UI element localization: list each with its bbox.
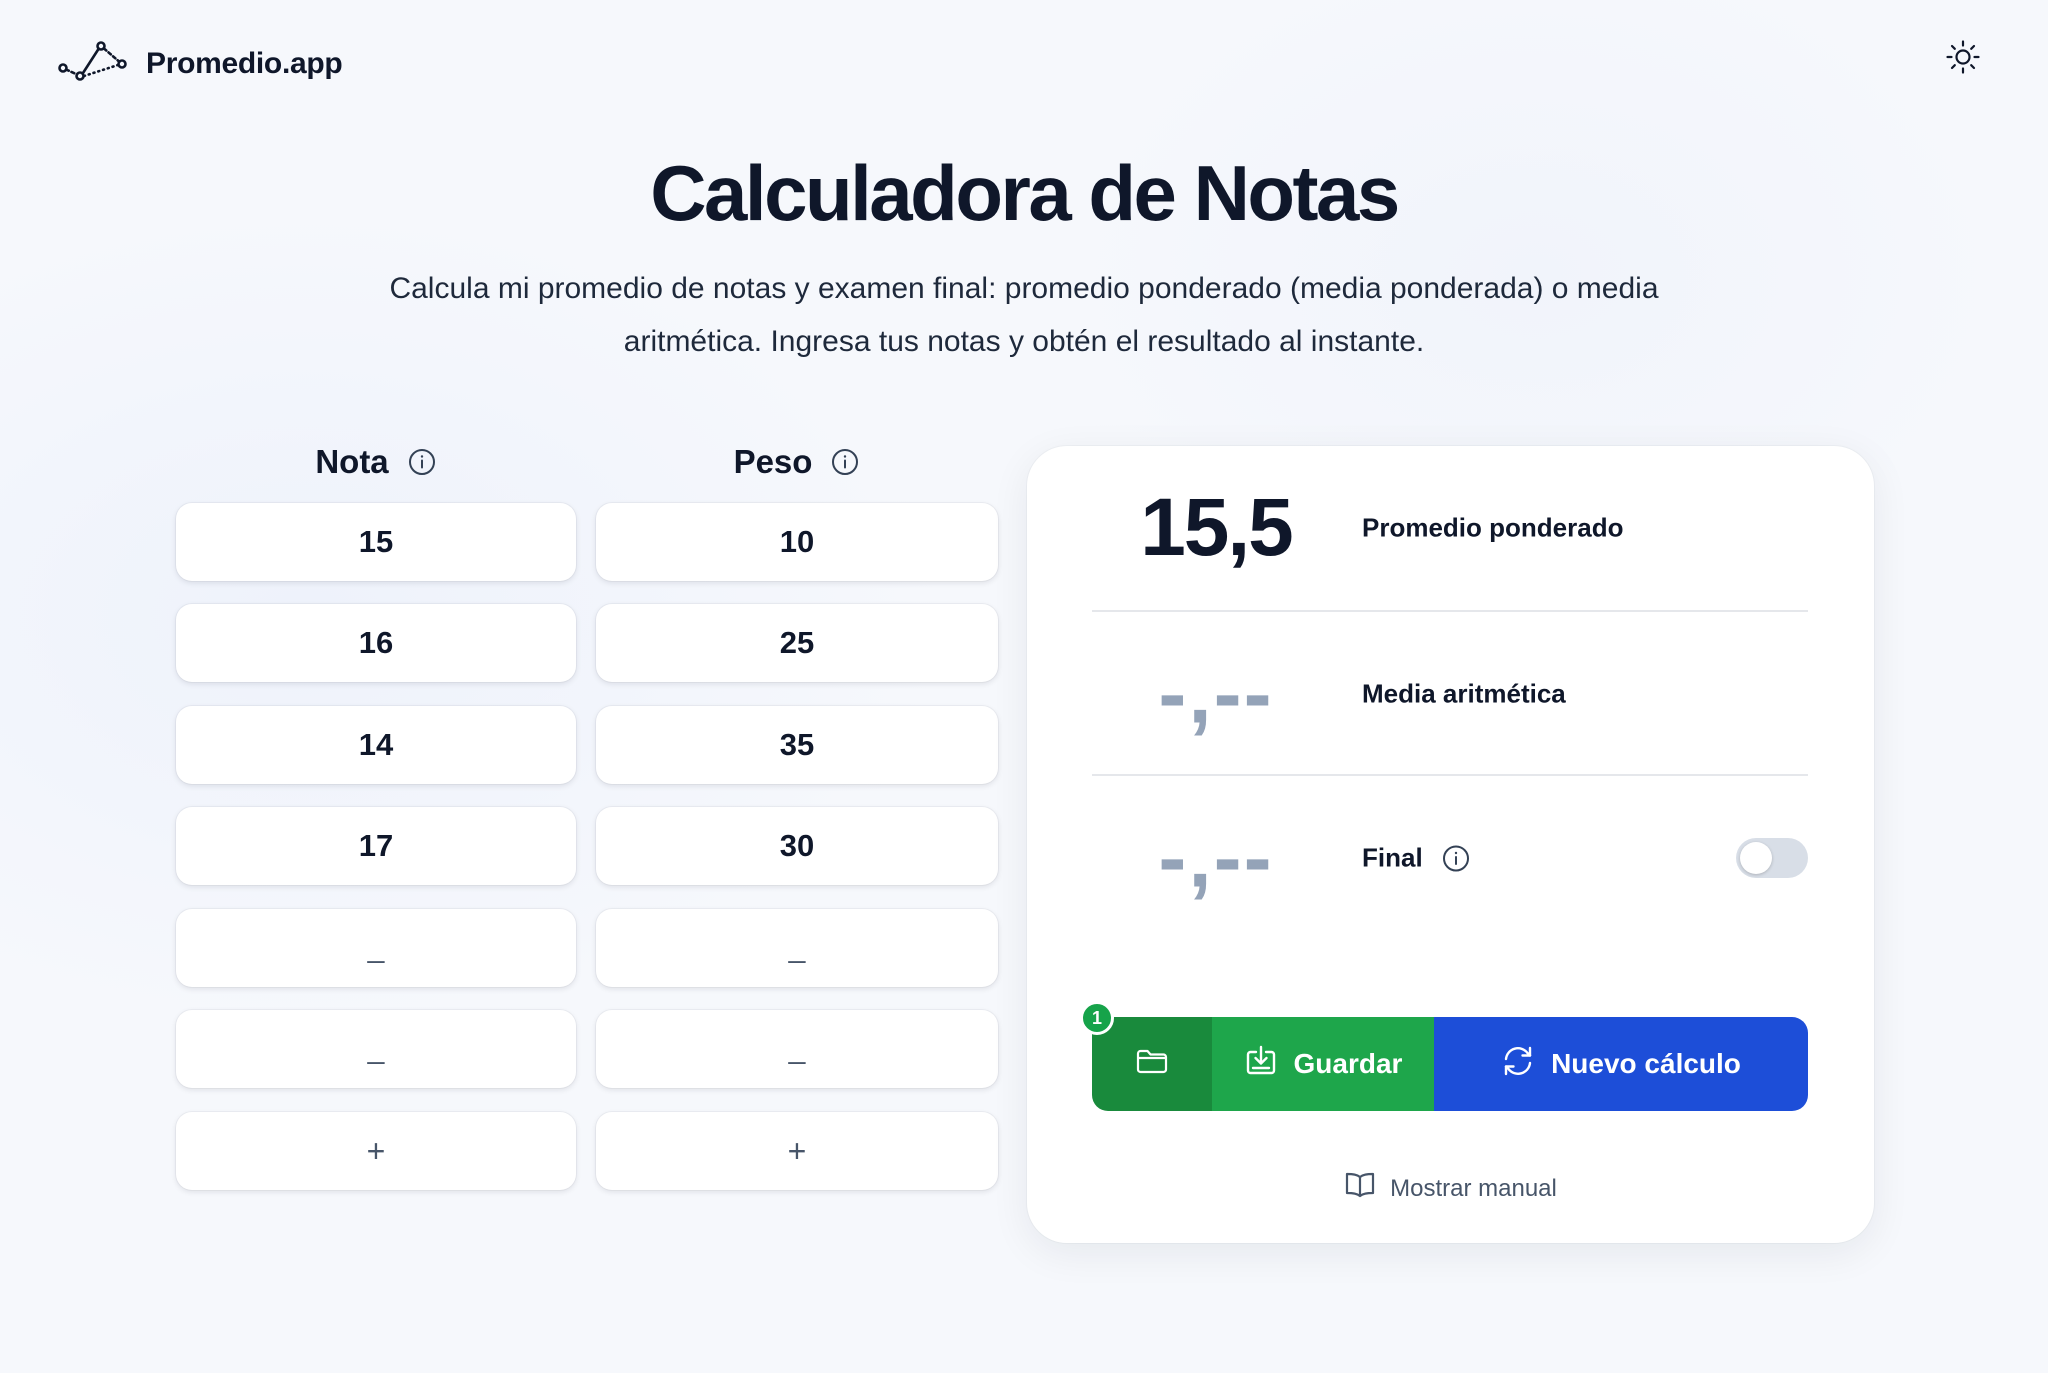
- save-button-label: Guardar: [1293, 1048, 1403, 1079]
- nota-input[interactable]: 14: [176, 706, 576, 784]
- theme-toggle-button[interactable]: [1944, 39, 1982, 80]
- weighted-average-label-text: Promedio ponderado: [1362, 512, 1624, 543]
- final-exam-label-text: Final: [1362, 842, 1423, 873]
- peso-header-label: Peso: [733, 443, 813, 480]
- sun-icon: [1945, 39, 1981, 80]
- refresh-icon: [1501, 1044, 1535, 1085]
- nota-input[interactable]: 17: [176, 807, 576, 885]
- arithmetic-mean-label-text: Media aritmética: [1362, 678, 1566, 709]
- peso-input-empty[interactable]: _: [596, 1010, 998, 1088]
- info-icon[interactable]: [1441, 843, 1471, 873]
- show-manual-link[interactable]: Mostrar manual: [1027, 1171, 1874, 1206]
- subtitle-line-1: Calcula mi promedio de notas y examen fi…: [389, 272, 1659, 305]
- app-name: Promedio.app: [146, 46, 343, 80]
- page-subtitle: Calcula mi promedio de notas y examen fi…: [374, 262, 1674, 368]
- logo-link[interactable]: Promedio.app: [58, 38, 343, 89]
- weighted-average-label: Promedio ponderado: [1362, 513, 1623, 544]
- arithmetic-mean-label: Media aritmética: [1362, 679, 1566, 710]
- new-calculation-label: Nuevo cálculo: [1551, 1048, 1741, 1079]
- peso-input[interactable]: 10: [596, 503, 998, 581]
- nota-column-header: Nota: [176, 440, 576, 484]
- peso-column-header: Peso: [596, 440, 998, 484]
- info-icon[interactable]: [407, 447, 437, 477]
- arithmetic-mean-value: -,--: [1158, 646, 1274, 741]
- page-title: Calculadora de Notas: [650, 149, 1400, 237]
- show-manual-label: Mostrar manual: [1390, 1174, 1557, 1202]
- final-exam-label: Final: [1362, 843, 1471, 874]
- add-peso-button[interactable]: +: [596, 1112, 998, 1190]
- results-card: 15,5 Promedio ponderado -,-- Media aritm…: [1027, 446, 1874, 1243]
- saved-count-badge: 1: [1080, 1001, 1114, 1035]
- save-button[interactable]: Guardar: [1212, 1017, 1434, 1111]
- new-calculation-button[interactable]: Nuevo cálculo: [1434, 1017, 1808, 1111]
- arithmetic-mean-row: -,-- Media aritmética: [1092, 610, 1808, 776]
- download-icon: [1244, 1044, 1278, 1085]
- weighted-average-value: 15,5: [1140, 482, 1294, 573]
- add-nota-button[interactable]: +: [176, 1112, 576, 1190]
- toggle-knob: [1740, 842, 1772, 874]
- info-icon[interactable]: [830, 447, 860, 477]
- peso-input-empty[interactable]: _: [596, 909, 998, 987]
- nota-header-label: Nota: [315, 443, 389, 480]
- folder-icon: [1135, 1044, 1169, 1085]
- weighted-average-row: 15,5 Promedio ponderado: [1092, 446, 1808, 610]
- peso-input[interactable]: 30: [596, 807, 998, 885]
- nota-input-empty[interactable]: _: [176, 1010, 576, 1088]
- subtitle-line-2: aritmética. Ingresa tus notas y obtén el…: [623, 325, 1425, 358]
- final-exam-value: -,--: [1158, 810, 1274, 905]
- action-button-group: 1 Guardar Nuevo cálculo: [1080, 1001, 1808, 1111]
- book-icon: [1344, 1171, 1376, 1206]
- final-exam-toggle[interactable]: [1736, 838, 1808, 878]
- header: Promedio.app: [0, 0, 2048, 124]
- peso-input[interactable]: 35: [596, 706, 998, 784]
- line-chart-logo-icon: [58, 38, 128, 89]
- peso-input[interactable]: 25: [596, 604, 998, 682]
- nota-input[interactable]: 16: [176, 604, 576, 682]
- saved-calculations-button[interactable]: 1: [1080, 1001, 1212, 1111]
- nota-input[interactable]: 15: [176, 503, 576, 581]
- nota-input-empty[interactable]: _: [176, 909, 576, 987]
- final-exam-row: -,-- Final: [1092, 774, 1808, 940]
